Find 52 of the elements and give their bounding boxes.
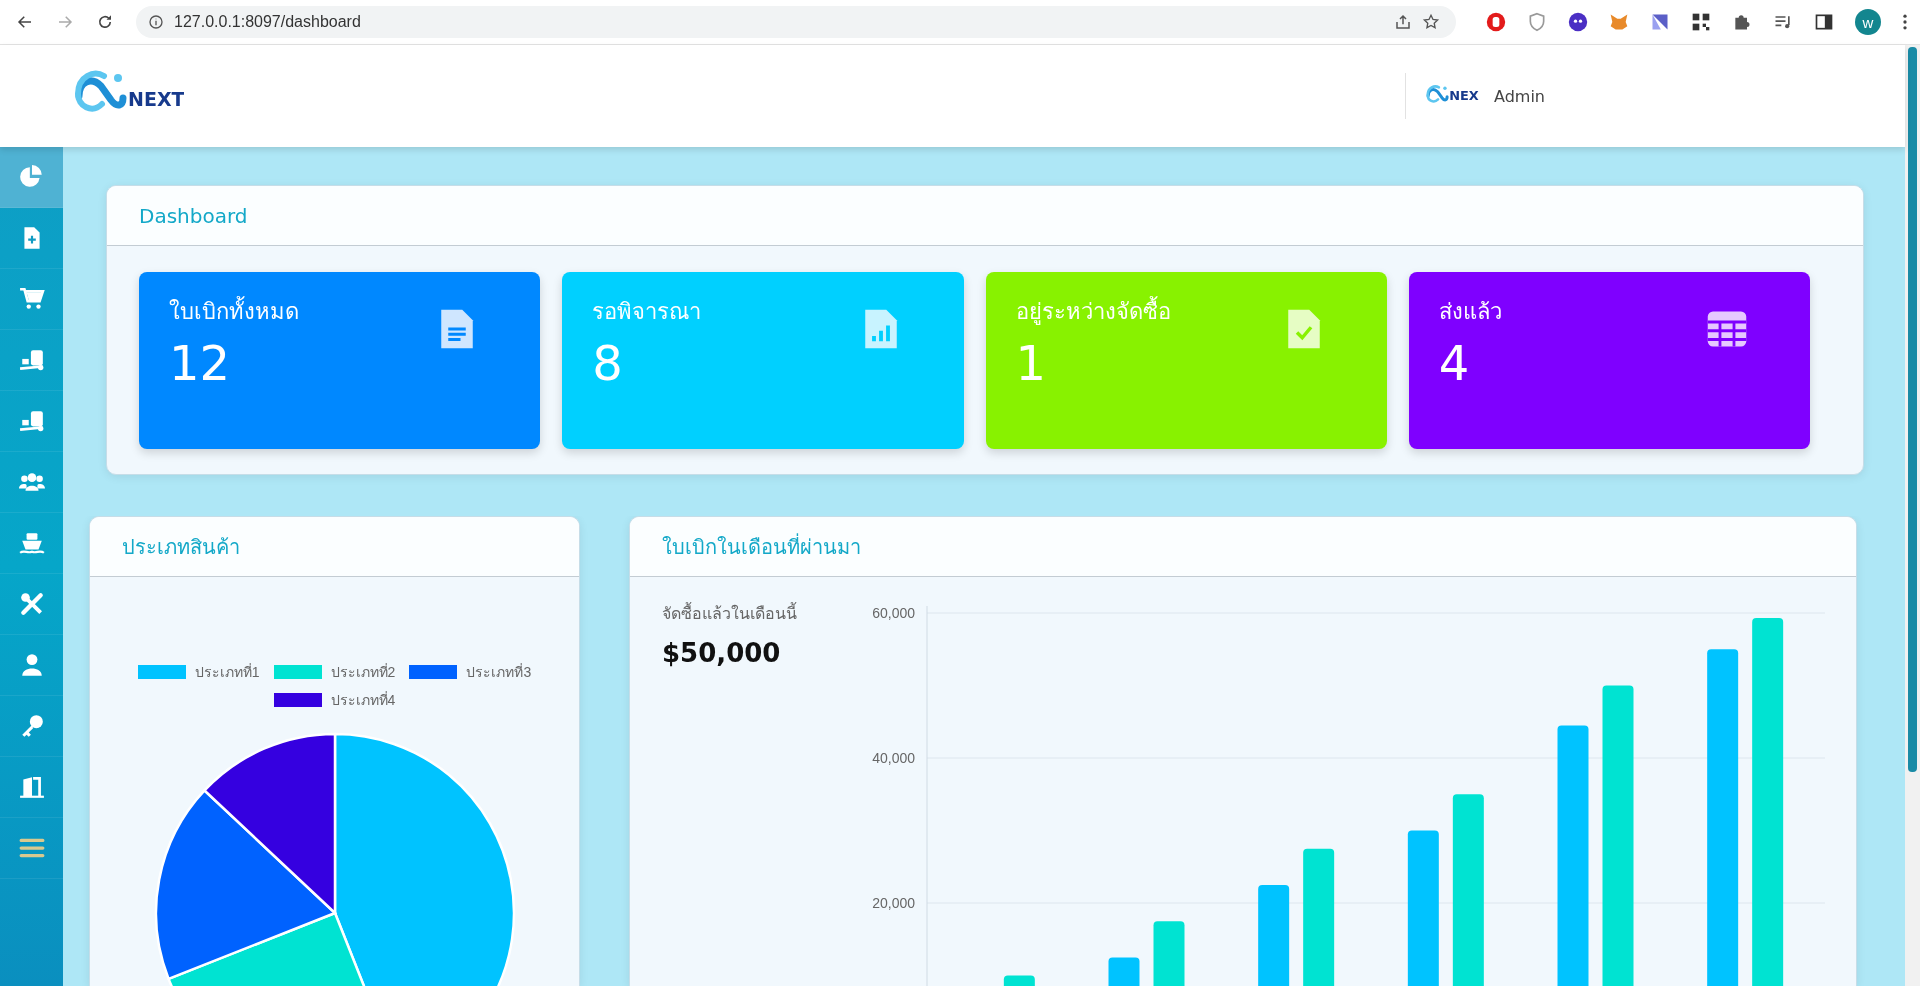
share-icon[interactable] bbox=[1394, 13, 1412, 31]
side-panel-icon[interactable] bbox=[1814, 12, 1834, 32]
door-icon bbox=[18, 774, 45, 800]
bar bbox=[1153, 921, 1185, 986]
axis-tick-label: 40,000 bbox=[872, 750, 915, 766]
url-text: 127.0.0.1:8097/dashboard bbox=[174, 13, 361, 31]
pie-chart-icon bbox=[18, 164, 45, 190]
tools-icon bbox=[18, 591, 45, 617]
stat-label: ส่งแล้ว bbox=[1438, 298, 1502, 326]
stat-value: 4 bbox=[1438, 335, 1471, 391]
axis-tick-label: 60,000 bbox=[872, 605, 915, 621]
hand-truck-icon bbox=[18, 347, 45, 373]
legend-label: ประเภทที่1 bbox=[194, 662, 260, 682]
hand-truck-icon bbox=[18, 408, 45, 434]
stop-icon[interactable] bbox=[1486, 12, 1506, 32]
address-bar[interactable]: 127.0.0.1:8097/dashboard bbox=[136, 6, 1456, 38]
scrollbar[interactable] bbox=[1905, 45, 1920, 986]
panel-title: Dashboard bbox=[139, 203, 248, 228]
sidebar-item[interactable] bbox=[0, 147, 63, 208]
stat-value: 12 bbox=[169, 335, 232, 391]
summary-value: $50,000 bbox=[662, 638, 782, 668]
user-logo[interactable]: NEX bbox=[1426, 83, 1482, 109]
qr-code-icon[interactable] bbox=[1691, 12, 1711, 32]
shield-icon[interactable] bbox=[1527, 12, 1547, 32]
more-icon[interactable] bbox=[1902, 12, 1908, 32]
stat-value: 8 bbox=[592, 335, 624, 391]
bar bbox=[1108, 957, 1140, 986]
info-icon[interactable] bbox=[148, 14, 164, 30]
panel-title: ประเภทสินค้า bbox=[122, 533, 240, 561]
logo[interactable]: NEXT bbox=[74, 66, 184, 126]
star-icon[interactable] bbox=[1422, 13, 1440, 31]
legend-label: ประเภทที่3 bbox=[466, 662, 532, 682]
reload-icon[interactable] bbox=[96, 13, 114, 31]
legend-label: ประเภทที่2 bbox=[330, 662, 396, 682]
stat-value: 1 bbox=[1015, 335, 1048, 391]
stat-label: ใบเบิกทั้งหมด bbox=[169, 294, 299, 329]
face-icon[interactable] bbox=[1568, 12, 1588, 32]
ship-icon bbox=[18, 530, 45, 556]
panel-title: ใบเบิกในเดือนที่ผ่านมา bbox=[662, 532, 861, 561]
cart-icon bbox=[18, 286, 45, 312]
stat-label: อยู่ระหว่างจัดซื้อ bbox=[1015, 294, 1171, 329]
forward-icon[interactable] bbox=[56, 13, 74, 31]
profile-avatar[interactable]: w bbox=[1855, 9, 1881, 35]
fox-icon[interactable] bbox=[1609, 12, 1629, 32]
back-icon[interactable] bbox=[16, 13, 34, 31]
summary-label: จัดซื้อแล้วในเดือนนี้ bbox=[662, 601, 798, 625]
stat-label: รอพิจารณา bbox=[592, 298, 702, 326]
user-name[interactable]: Admin bbox=[1494, 86, 1545, 106]
legend-label: ประเภทที่4 bbox=[330, 690, 396, 710]
bar bbox=[1003, 975, 1035, 986]
puzzle-icon[interactable] bbox=[1732, 12, 1752, 32]
axis-tick-label: 20,000 bbox=[872, 895, 915, 911]
